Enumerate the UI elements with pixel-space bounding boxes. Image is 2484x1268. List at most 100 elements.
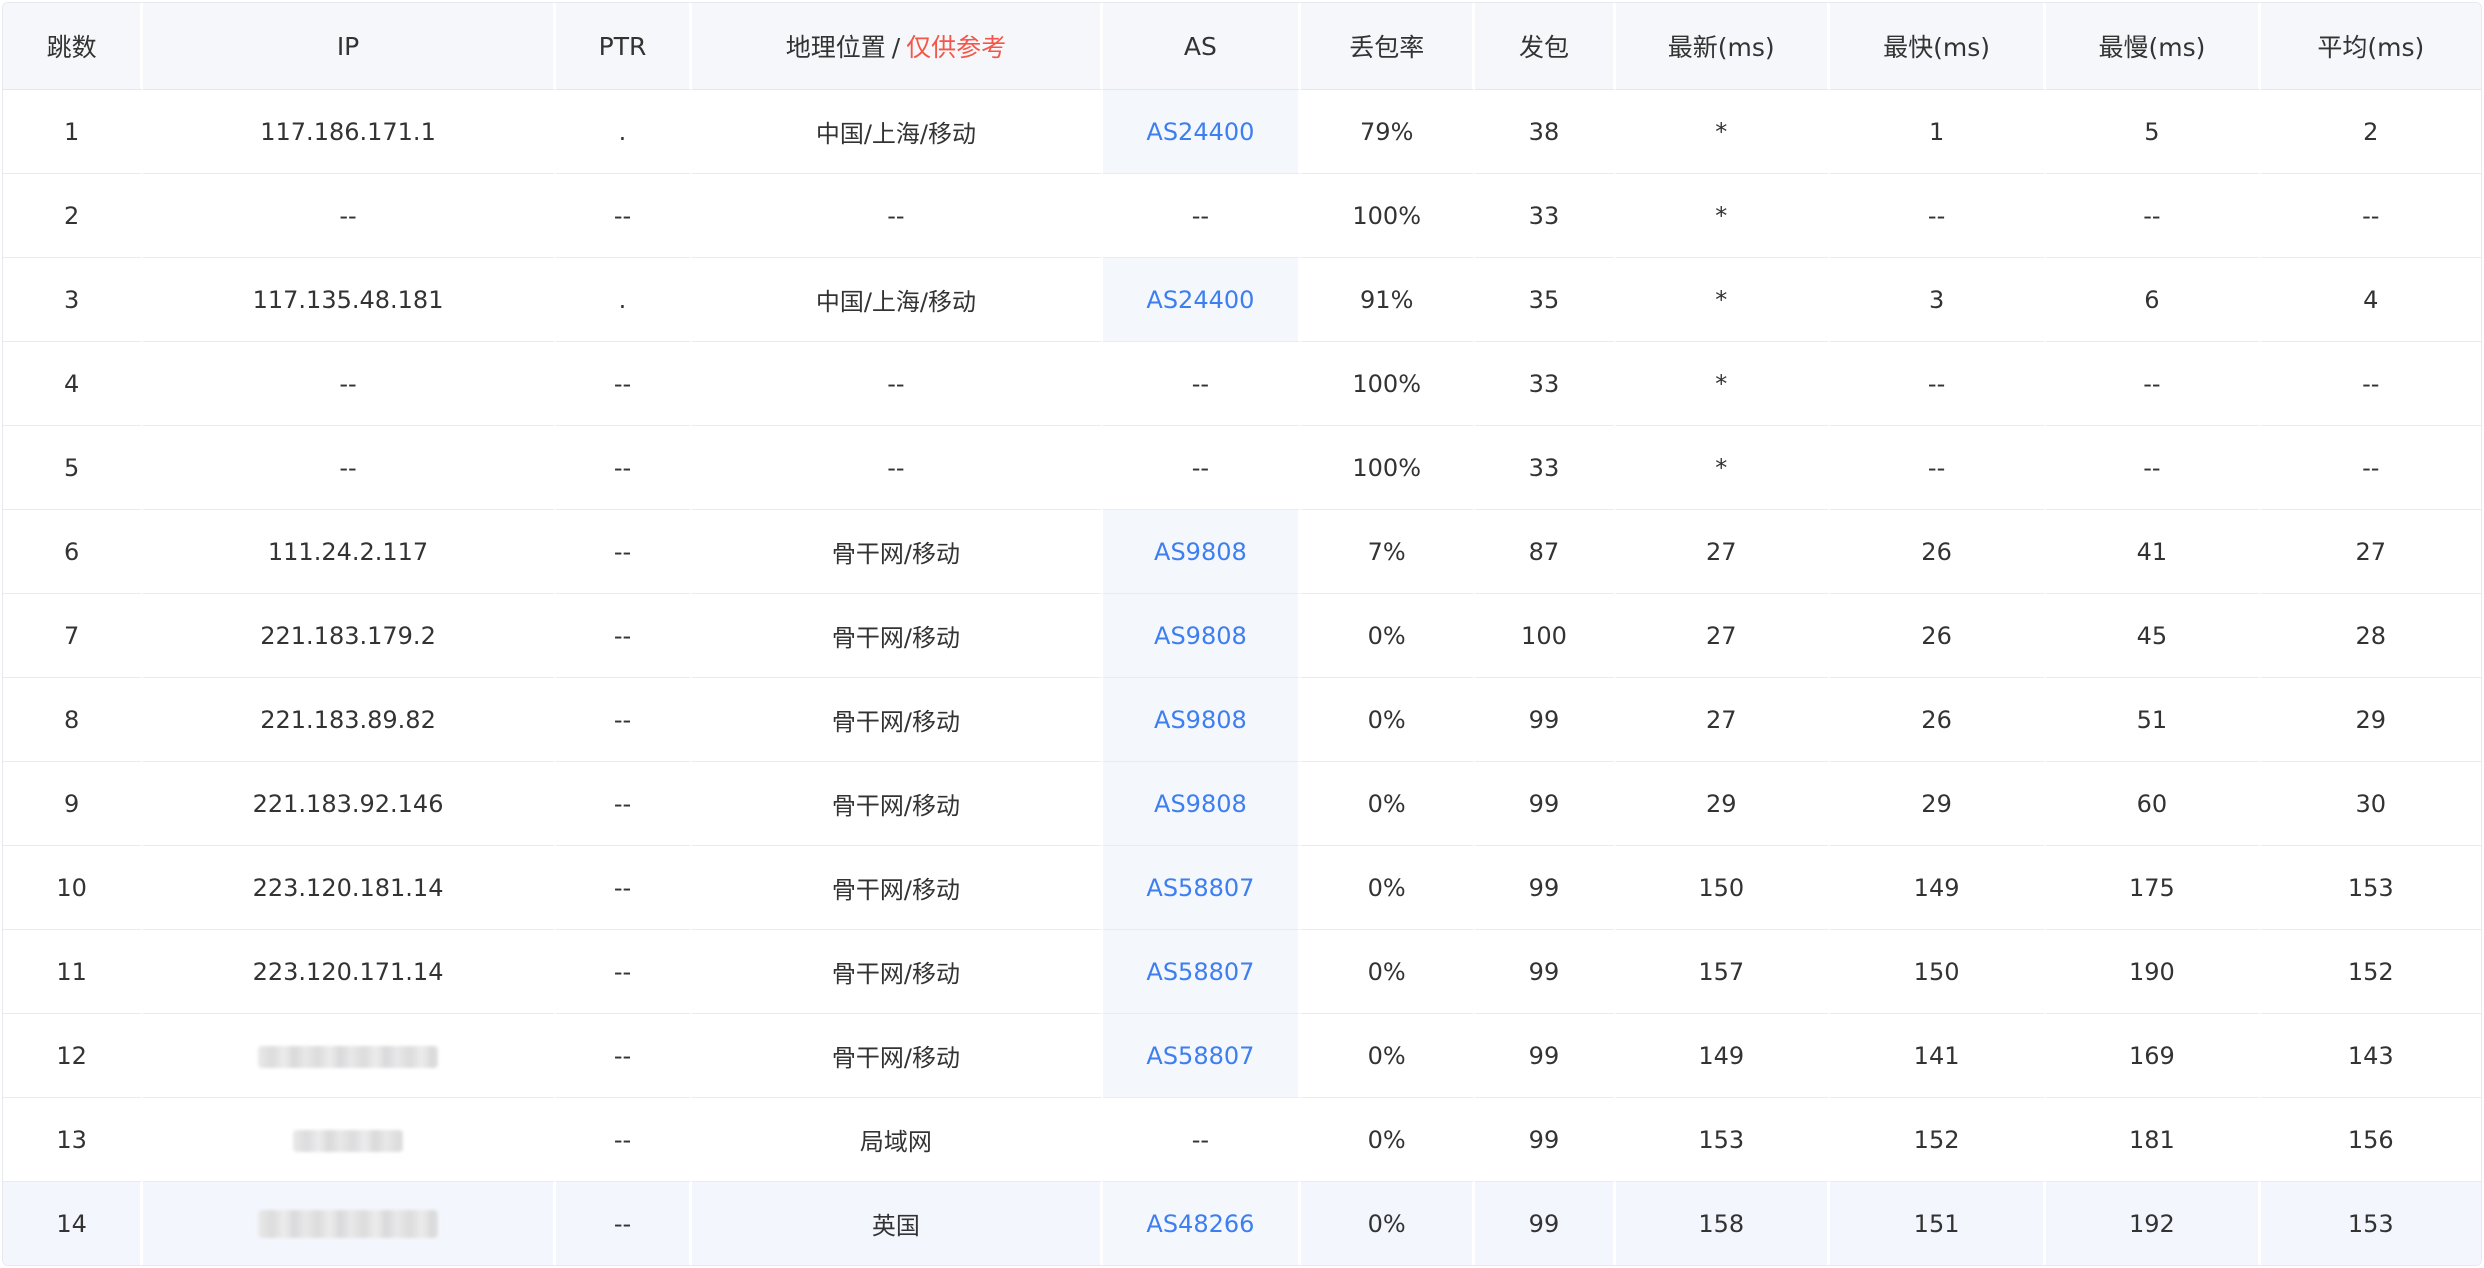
geo-header-disclaimer: 仅供参考 — [906, 33, 1007, 62]
cell-hop: 1 — [3, 90, 144, 174]
column-header-as[interactable]: AS — [1102, 3, 1302, 90]
table-row: 4 -- -- -- -- 100% 33 * -- -- -- — [3, 342, 2481, 426]
as-link[interactable]: AS9808 — [1154, 622, 1247, 650]
cell-ip: -- — [143, 174, 556, 258]
column-header-best[interactable]: 最快(ms) — [1829, 3, 2047, 90]
column-header-worst[interactable]: 最慢(ms) — [2046, 3, 2261, 90]
table-row: 3 117.135.48.181. 中国/上海/移动 AS24400 91% 35 * 3 6 4 — [3, 258, 2481, 342]
column-header-sent[interactable]: 发包 — [1475, 3, 1616, 90]
cell-ip — [143, 1098, 556, 1182]
cell-ptr: -- — [555, 1182, 693, 1265]
as-link[interactable]: AS48266 — [1146, 1210, 1254, 1238]
cell-best: 26 — [1829, 594, 2047, 678]
geo-header-separator: / — [891, 33, 901, 62]
cell-hop: 12 — [3, 1014, 144, 1098]
as-link[interactable]: AS9808 — [1154, 790, 1247, 818]
cell-avg: 2 — [2260, 90, 2481, 174]
cell-as: AS9808 — [1102, 510, 1302, 594]
cell-ptr: -- — [555, 846, 693, 930]
cell-hop: 6 — [3, 510, 144, 594]
cell-last: 27 — [1615, 594, 1830, 678]
cell-worst: 175 — [2046, 846, 2261, 930]
column-header-avg[interactable]: 平均(ms) — [2260, 3, 2481, 90]
cell-hop: 14 — [3, 1182, 144, 1265]
cell-loss: 100% — [1301, 426, 1476, 510]
cell-worst: 45 — [2046, 594, 2261, 678]
cell-ip: 117.135.48.181 — [143, 258, 556, 342]
cell-as: -- — [1102, 1098, 1302, 1182]
redacted-ip-blur — [258, 1045, 439, 1068]
traceroute-table: 跳数 IP PTR 地理位置 / 仅供参考 AS 丢包率 发包 最新(ms) 最快(… — [3, 3, 2481, 1265]
cell-ptr: -- — [555, 1098, 693, 1182]
cell-worst: -- — [2046, 426, 2261, 510]
cell-ptr: -- — [555, 762, 693, 846]
cell-geo: 英国 — [692, 1182, 1103, 1265]
column-header-loss[interactable]: 丢包率 — [1301, 3, 1476, 90]
cell-ip: 223.120.171.14 — [143, 930, 556, 1014]
cell-geo: 骨干网/移动 — [692, 1014, 1103, 1098]
cell-avg: 152 — [2260, 930, 2481, 1014]
cell-sent: 99 — [1475, 762, 1616, 846]
cell-geo: 骨干网/移动 — [692, 678, 1103, 762]
as-link[interactable]: AS58807 — [1146, 958, 1254, 986]
as-link[interactable]: AS58807 — [1146, 874, 1254, 902]
cell-last: 27 — [1615, 678, 1830, 762]
cell-avg: 4 — [2260, 258, 2481, 342]
cell-last: 157 — [1615, 930, 1830, 1014]
column-header-last[interactable]: 最新(ms) — [1615, 3, 1830, 90]
cell-loss: 100% — [1301, 174, 1476, 258]
cell-worst: 6 — [2046, 258, 2261, 342]
cell-loss: 7% — [1301, 510, 1476, 594]
cell-geo: 骨干网/移动 — [692, 510, 1103, 594]
cell-ip: -- — [143, 342, 556, 426]
cell-last: 29 — [1615, 762, 1830, 846]
cell-worst: 41 — [2046, 510, 2261, 594]
cell-as: AS58807 — [1102, 930, 1302, 1014]
cell-best: -- — [1829, 174, 2047, 258]
cell-last: * — [1615, 90, 1830, 174]
as-link[interactable]: AS24400 — [1146, 118, 1254, 146]
cell-sent: 100 — [1475, 594, 1616, 678]
as-link[interactable]: AS9808 — [1154, 706, 1247, 734]
table-row: 1 117.186.171.1. 中国/上海/移动 AS24400 79% 38 * 1 5 2 — [3, 90, 2481, 174]
cell-loss: 0% — [1301, 1182, 1476, 1265]
cell-geo: -- — [692, 426, 1103, 510]
as-link[interactable]: AS9808 — [1154, 538, 1247, 566]
cell-last: 149 — [1615, 1014, 1830, 1098]
cell-best: 29 — [1829, 762, 2047, 846]
column-header-hop[interactable]: 跳数 — [3, 3, 144, 90]
column-header-ip[interactable]: IP — [143, 3, 556, 90]
cell-last: * — [1615, 258, 1830, 342]
geo-header-label: 地理位置 — [785, 33, 886, 62]
cell-best: 150 — [1829, 930, 2047, 1014]
column-header-ptr[interactable]: PTR — [555, 3, 693, 90]
column-header-geo[interactable]: 地理位置 / 仅供参考 — [692, 3, 1103, 90]
cell-ip — [143, 1014, 556, 1098]
cell-worst: -- — [2046, 174, 2261, 258]
as-link[interactable]: AS58807 — [1146, 1042, 1254, 1070]
cell-ptr: -- — [555, 930, 693, 1014]
cell-avg: 29 — [2260, 678, 2481, 762]
cell-as: AS58807 — [1102, 846, 1302, 930]
cell-best: 3 — [1829, 258, 2047, 342]
cell-last: 158 — [1615, 1182, 1830, 1265]
cell-geo: 骨干网/移动 — [692, 930, 1103, 1014]
cell-as: AS58807 — [1102, 1014, 1302, 1098]
redacted-ip-blur — [293, 1129, 404, 1152]
cell-geo: -- — [692, 174, 1103, 258]
cell-sent: 33 — [1475, 174, 1616, 258]
cell-loss: 0% — [1301, 846, 1476, 930]
cell-avg: -- — [2260, 426, 2481, 510]
cell-as: AS48266 — [1102, 1182, 1302, 1265]
cell-hop: 4 — [3, 342, 144, 426]
cell-geo: 骨干网/移动 — [692, 846, 1103, 930]
cell-avg: 27 — [2260, 510, 2481, 594]
cell-sent: 99 — [1475, 678, 1616, 762]
traceroute-results-panel: 跳数 IP PTR 地理位置 / 仅供参考 AS 丢包率 发包 最新(ms) 最快(… — [2, 2, 2482, 1266]
cell-avg: 153 — [2260, 1182, 2481, 1265]
cell-sent: 99 — [1475, 846, 1616, 930]
cell-hop: 9 — [3, 762, 144, 846]
cell-hop: 2 — [3, 174, 144, 258]
as-link[interactable]: AS24400 — [1146, 286, 1254, 314]
cell-ip: -- — [143, 426, 556, 510]
